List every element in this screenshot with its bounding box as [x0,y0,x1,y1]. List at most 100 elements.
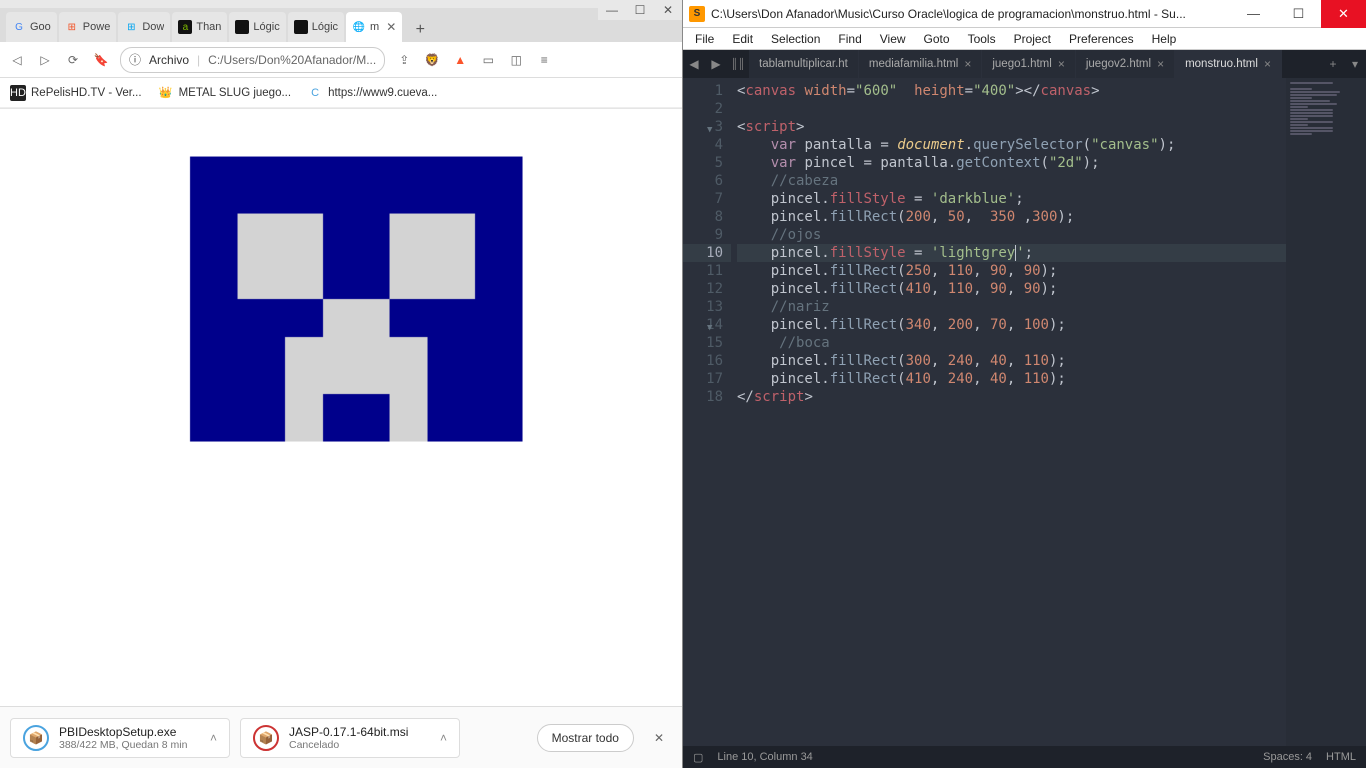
close-tab-icon[interactable]: × [964,57,971,71]
close-tab-icon[interactable]: ✕ [383,20,396,34]
browser-tab[interactable]: aLógic [288,12,344,42]
browser-tab[interactable]: ⊞Dow [118,12,170,42]
code-area[interactable]: <canvas width="600" height="400"></canva… [731,78,1286,746]
code-line[interactable]: pincel.fillRect(340, 200, 70, 100); [737,316,1286,334]
indent-setting[interactable]: Spaces: 4 [1263,751,1312,763]
line-number[interactable]: 15 [683,334,723,352]
editor-tab[interactable]: mediafamilia.html× [859,50,983,78]
new-tab-icon[interactable]: + [1322,50,1344,78]
forward-icon[interactable]: ▷ [36,53,54,67]
code-line[interactable]: <canvas width="600" height="400"></canva… [737,82,1286,100]
code-line[interactable]: </script> [737,388,1286,406]
code-line[interactable]: //cabeza [737,172,1286,190]
download-item[interactable]: 📦PBIDesktopSetup.exe388/422 MB, Quedan 8… [10,718,230,758]
line-number[interactable]: ▼3 [683,118,723,136]
maximize-button[interactable]: ☐ [626,0,654,20]
line-number[interactable]: 16 [683,352,723,370]
code-line[interactable]: //boca [737,334,1286,352]
code-line[interactable] [737,100,1286,118]
code-line[interactable]: var pincel = pantalla.getContext("2d"); [737,154,1286,172]
line-number[interactable]: 1 [683,82,723,100]
close-tab-icon[interactable]: × [1157,57,1164,71]
reload-icon[interactable]: ⟳ [64,53,82,67]
back-icon[interactable]: ◁ [8,53,26,67]
bookmark-item[interactable]: HDRePelisHD.TV - Ver... [10,85,142,101]
menu-item-goto[interactable]: Goto [916,30,958,48]
bookmark-icon[interactable]: 🔖 [92,53,110,67]
menu-icon[interactable]: ≡ [535,53,553,67]
editor-tab[interactable]: juego1.html× [982,50,1075,78]
maximize-button[interactable]: ☐ [1276,0,1321,28]
line-number[interactable]: ▼14 [683,316,723,334]
menu-item-edit[interactable]: Edit [724,30,761,48]
close-downloads-icon[interactable]: ✕ [646,727,672,749]
menu-item-find[interactable]: Find [830,30,869,48]
code-line[interactable]: //nariz [737,298,1286,316]
code-line[interactable]: var pantalla = document.querySelector("c… [737,136,1286,154]
chevron-up-icon[interactable]: ˄ [210,731,217,745]
code-line[interactable]: pincel.fillStyle = 'lightgrey'; [737,244,1286,262]
sidebar-icon[interactable]: ◫ [507,53,525,67]
bookmark-item[interactable]: 👑METAL SLUG juego... [158,85,292,101]
panel-switcher-icon[interactable]: ▢ [693,751,703,764]
show-all-downloads-button[interactable]: Mostrar todo [537,724,634,752]
close-button[interactable]: ✕ [654,0,682,20]
browser-tab[interactable]: aThan [172,12,227,42]
close-tab-icon[interactable]: × [1058,57,1065,71]
line-number[interactable]: 13 [683,298,723,316]
browser-tab[interactable]: GGoo [6,12,57,42]
line-number[interactable]: 2 [683,100,723,118]
menu-item-view[interactable]: View [872,30,914,48]
code-line[interactable]: <script> [737,118,1286,136]
line-number[interactable]: 8 [683,208,723,226]
browser-tab[interactable]: ⊞Powe [59,12,117,42]
bookmark-item[interactable]: Chttps://www9.cueva... [307,85,437,101]
menu-item-file[interactable]: File [687,30,722,48]
tab-nav-right-icon[interactable]: ▶ [705,50,727,78]
share-icon[interactable]: ⇪ [395,53,413,67]
brave-rewards-icon[interactable]: ▲ [451,53,469,67]
editor-tab[interactable]: monstruo.html× [1175,50,1282,78]
close-tab-icon[interactable]: × [1264,57,1271,71]
code-line[interactable]: pincel.fillRect(410, 110, 90, 90); [737,280,1286,298]
editor-tab[interactable]: juegov2.html× [1076,50,1175,78]
minimize-button[interactable]: — [1231,0,1276,28]
browser-tab[interactable]: aLógic [229,12,285,42]
line-number[interactable]: 7 [683,190,723,208]
close-button[interactable]: ✕ [1321,0,1366,28]
menu-item-help[interactable]: Help [1144,30,1185,48]
code-line[interactable]: pincel.fillRect(200, 50, 350 ,300); [737,208,1286,226]
chevron-up-icon[interactable]: ˄ [440,731,447,745]
code-line[interactable]: pincel.fillStyle = 'darkblue'; [737,190,1286,208]
line-number[interactable]: 11 [683,262,723,280]
syntax-setting[interactable]: HTML [1326,751,1356,763]
menu-item-tools[interactable]: Tools [960,30,1004,48]
line-number[interactable]: 17 [683,370,723,388]
browser-tab[interactable]: 🌐m✕ [346,12,402,42]
editor-tab[interactable]: tablamultiplicar.ht [749,50,859,78]
url-input[interactable]: ⓘ Archivo | C:/Users/Don%20Afanador/M... [120,47,385,73]
line-number[interactable]: 10 [683,244,731,262]
line-number[interactable]: 5 [683,154,723,172]
new-tab-button[interactable]: + [408,18,432,42]
tab-nav-left-icon[interactable]: ◀ [683,50,705,78]
line-number[interactable]: 6 [683,172,723,190]
menu-item-project[interactable]: Project [1006,30,1059,48]
wallet-icon[interactable]: ▭ [479,53,497,67]
menu-item-selection[interactable]: Selection [763,30,828,48]
code-line[interactable]: pincel.fillRect(410, 240, 40, 110); [737,370,1286,388]
line-number[interactable]: 18 [683,388,723,406]
tab-menu-icon[interactable]: ▾ [1344,50,1366,78]
minimize-button[interactable]: — [598,0,626,20]
code-line[interactable]: //ojos [737,226,1286,244]
menu-item-preferences[interactable]: Preferences [1061,30,1142,48]
code-line[interactable]: pincel.fillRect(300, 240, 40, 110); [737,352,1286,370]
minimap[interactable] [1286,78,1366,746]
line-number[interactable]: 12 [683,280,723,298]
brave-shield-icon[interactable]: 🦁 [423,53,441,67]
tab-list-icon[interactable]: ║║ [727,50,749,78]
download-item[interactable]: 📦JASP-0.17.1-64bit.msiCancelado˄ [240,718,460,758]
line-number[interactable]: 9 [683,226,723,244]
code-line[interactable]: pincel.fillRect(250, 110, 90, 90); [737,262,1286,280]
line-number[interactable]: 4 [683,136,723,154]
